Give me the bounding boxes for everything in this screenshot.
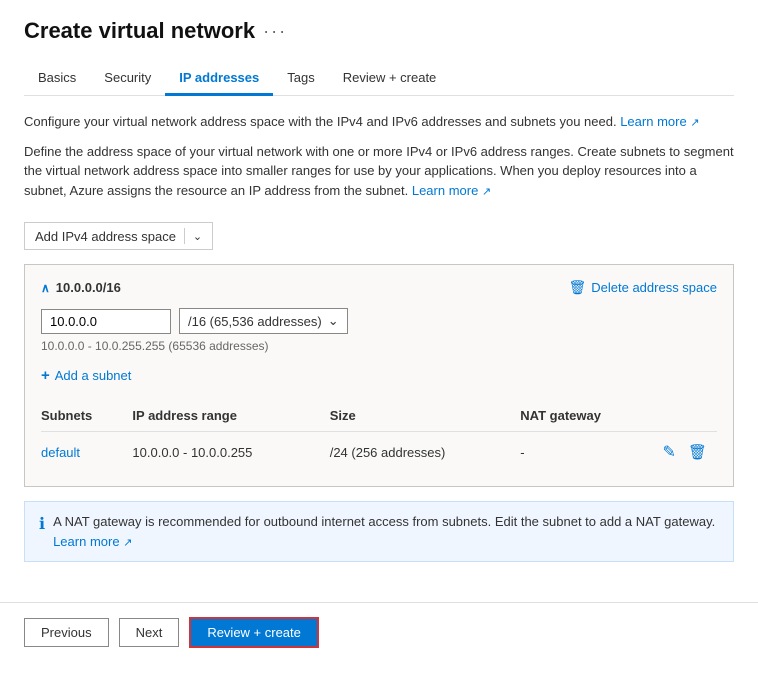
add-subnet-button[interactable]: + Add a subnet [41, 363, 131, 388]
page-title: Create virtual network [24, 18, 255, 44]
tab-basics[interactable]: Basics [24, 62, 90, 96]
col-subnets: Subnets [41, 402, 132, 432]
divider-bar [184, 228, 185, 244]
footer: Previous Next Review + create [0, 602, 758, 662]
external-link-icon-1: ↗ [690, 117, 699, 129]
description-line1: Configure your virtual network address s… [24, 112, 734, 132]
subnet-ip-range-cell: 10.0.0.0 - 10.0.0.255 [132, 432, 329, 473]
add-ipv4-address-space-button[interactable]: Add IPv4 address space ⌄ [24, 222, 213, 250]
subnet-name-cell: default [41, 432, 132, 473]
edit-subnet-button[interactable]: ✎ [661, 440, 678, 464]
tab-security[interactable]: Security [90, 62, 165, 96]
info-icon: ℹ [39, 513, 45, 537]
action-icons: ✎ 🗑 [657, 440, 709, 464]
subnet-default-link[interactable]: default [41, 445, 80, 460]
subnets-table-header: Subnets IP address range Size NAT gatewa… [41, 402, 717, 432]
table-row: default 10.0.0.0 - 10.0.0.255 /24 (256 a… [41, 432, 717, 473]
next-button[interactable]: Next [119, 618, 180, 647]
address-space-box: ∧ 10.0.0.0/16 🗑 Delete address space /16… [24, 264, 734, 487]
delete-icon: 🗑 [568, 279, 586, 296]
subnets-table: Subnets IP address range Size NAT gatewa… [41, 402, 717, 472]
chevron-down-icon: ⌄ [193, 230, 202, 243]
address-hint: 10.0.0.0 - 10.0.255.255 (65536 addresses… [41, 339, 717, 353]
subnet-actions-cell: ✎ 🗑 [657, 432, 717, 473]
tab-review-create[interactable]: Review + create [329, 62, 451, 96]
subnet-size-cell: /24 (256 addresses) [330, 432, 521, 473]
address-space-title: ∧ 10.0.0.0/16 [41, 280, 121, 295]
info-text: A NAT gateway is recommended for outboun… [53, 512, 719, 551]
col-size: Size [330, 402, 521, 432]
delete-subnet-button[interactable]: 🗑 [686, 441, 709, 463]
learn-more-link-1[interactable]: Learn more ↗ [620, 114, 699, 129]
ip-address-input[interactable] [41, 309, 171, 334]
tab-tags[interactable]: Tags [273, 62, 328, 96]
subnet-nat-gateway-cell: - [520, 432, 657, 473]
delete-address-space-link[interactable]: 🗑 Delete address space [568, 279, 717, 296]
info-learn-more-link[interactable]: Learn more ↗ [53, 534, 132, 549]
mask-dropdown[interactable]: /16 (65,536 addresses) ⌄ [179, 308, 348, 334]
col-nat-gateway: NAT gateway [520, 402, 657, 432]
review-create-button[interactable]: Review + create [189, 617, 319, 648]
subnets-table-header-row: Subnets IP address range Size NAT gatewa… [41, 402, 717, 432]
col-actions [657, 402, 717, 432]
address-space-header: ∧ 10.0.0.0/16 🗑 Delete address space [41, 279, 717, 296]
address-inputs-row: /16 (65,536 addresses) ⌄ [41, 308, 717, 334]
info-bar: ℹ A NAT gateway is recommended for outbo… [24, 501, 734, 562]
col-ip-range: IP address range [132, 402, 329, 432]
subnets-table-body: default 10.0.0.0 - 10.0.0.255 /24 (256 a… [41, 432, 717, 473]
tabs-row: Basics Security IP addresses Tags Review… [24, 62, 734, 96]
external-link-icon-2: ↗ [482, 186, 491, 198]
previous-button[interactable]: Previous [24, 618, 109, 647]
mask-chevron-icon: ⌄ [328, 313, 339, 329]
tab-ip-addresses[interactable]: IP addresses [165, 62, 273, 96]
collapse-icon[interactable]: ∧ [41, 281, 50, 295]
learn-more-link-2[interactable]: Learn more ↗ [412, 183, 491, 198]
info-external-link-icon: ↗ [123, 537, 132, 549]
more-options-icon[interactable]: ··· [263, 21, 287, 42]
plus-icon: + [41, 367, 50, 384]
description-line2: Define the address space of your virtual… [24, 142, 734, 201]
